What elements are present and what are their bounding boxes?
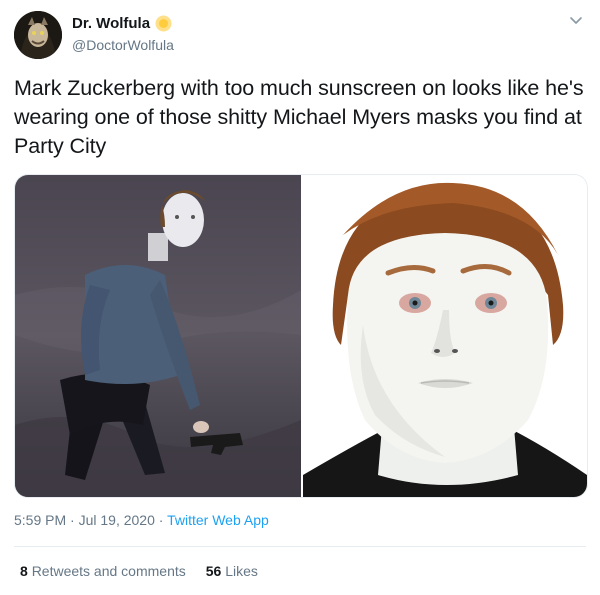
meta-separator: · [66,512,79,528]
retweets-count: 8 [20,563,28,579]
likes-stat[interactable]: 56 Likes [206,563,258,579]
tweet-source-link[interactable]: Twitter Web App [167,512,269,528]
meta-separator: · [154,512,168,528]
person-on-rocks-photo[interactable] [15,175,301,497]
michael-myers-mask-photo[interactable] [303,175,587,497]
chevron-down-icon[interactable] [568,12,584,28]
tweet-time[interactable]: 5:59 PM [14,512,66,528]
author-handle[interactable]: @DoctorWolfula [72,37,174,53]
tweet-stats: 8 Retweets and comments 56 Likes [20,563,278,579]
retweets-stat[interactable]: 8 Retweets and comments [20,563,186,579]
author-name-row: Dr. Wolfula [72,15,172,32]
display-name[interactable]: Dr. Wolfula [72,15,150,32]
tweet-meta: 5:59 PM · Jul 19, 2020 · Twitter Web App [14,512,269,528]
media-container [14,174,588,498]
likes-count: 56 [205,563,222,579]
divider [14,546,586,547]
retweets-label: Retweets and comments [31,563,186,579]
sun-emoji-icon [155,15,172,32]
tweet-text: Mark Zuckerberg with too much sunscreen … [14,76,584,158]
tweet-date[interactable]: Jul 19, 2020 [79,512,155,528]
wolf-avatar-icon [14,11,62,59]
avatar[interactable] [14,11,62,59]
tweet-card: Dr. Wolfula @DoctorWolfula Mark Zuckerbe… [0,0,600,595]
likes-label: Likes [225,563,258,579]
